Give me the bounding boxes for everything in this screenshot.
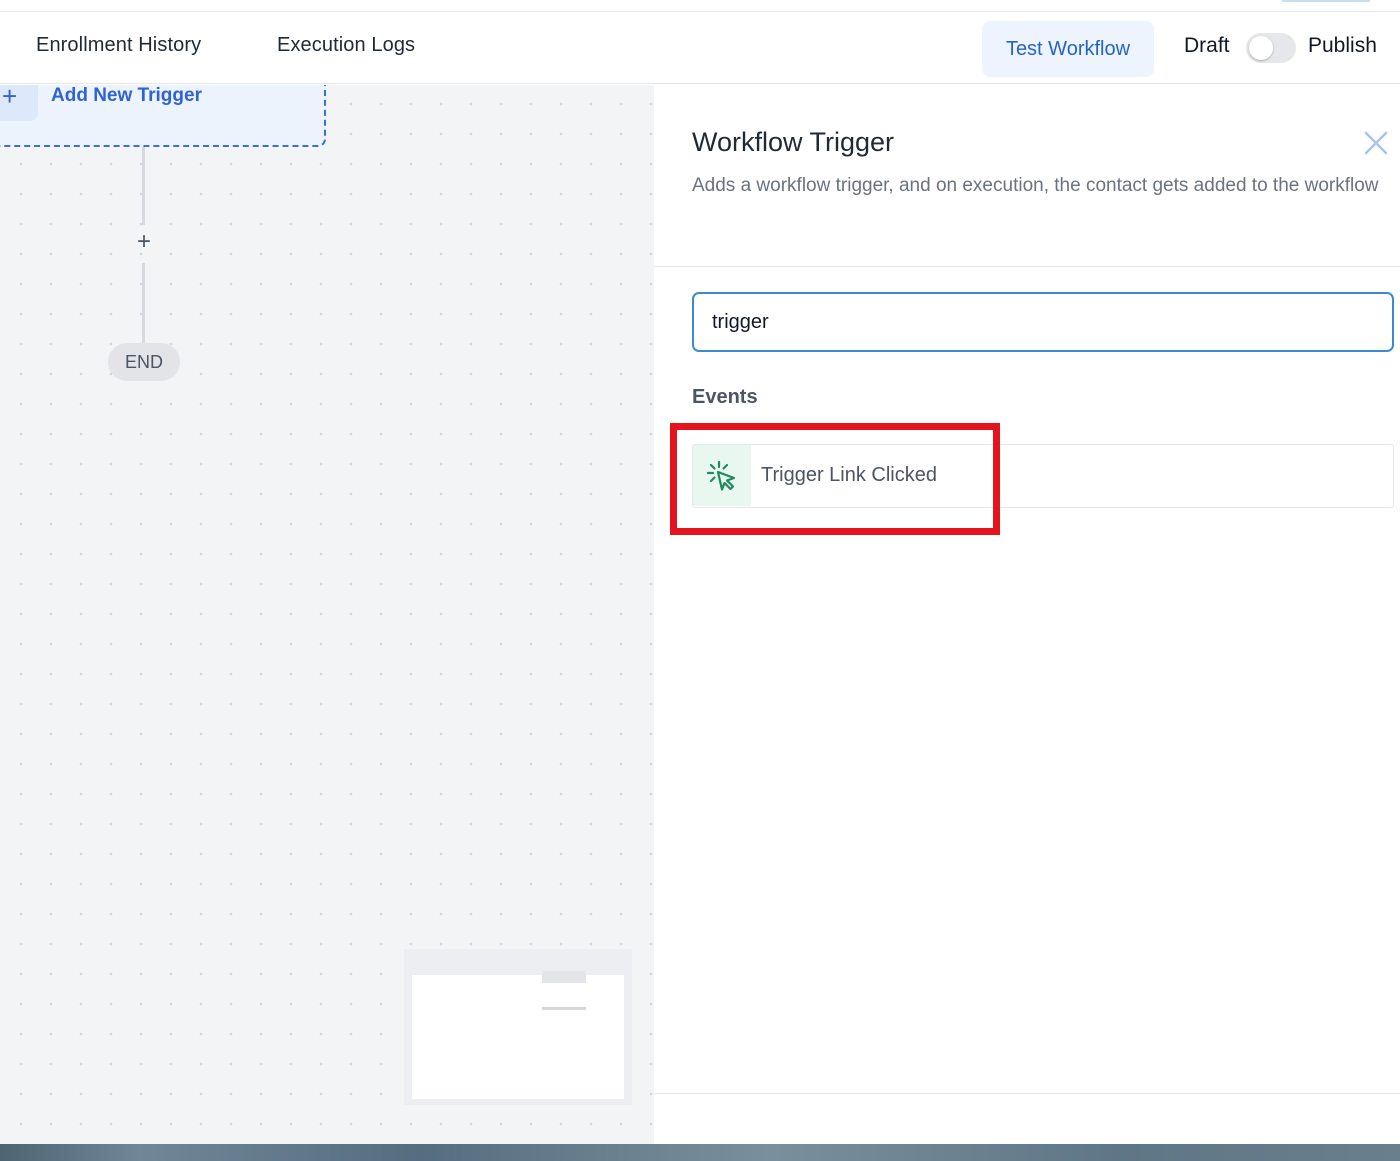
workflow-canvas[interactable]: + Add New Trigger + END (0, 85, 654, 1144)
divider (654, 266, 1400, 267)
draft-label: Draft (1184, 34, 1230, 57)
minimap-node (542, 1007, 586, 1010)
add-step-button[interactable]: + (132, 229, 156, 255)
canvas-minimap[interactable] (404, 949, 632, 1105)
trigger-search-input[interactable] (692, 292, 1394, 352)
panel-description: Adds a workflow trigger, and on executio… (692, 175, 1379, 196)
panel-title: Workflow Trigger (692, 127, 895, 157)
tab-execution-logs[interactable]: Execution Logs (277, 34, 415, 57)
publish-toggle[interactable] (1246, 33, 1296, 63)
divider (654, 1093, 1400, 1094)
events-section-label: Events (692, 386, 758, 408)
end-node: END (108, 343, 180, 381)
minimap-node (542, 971, 586, 983)
trigger-plus-box: + (0, 85, 38, 121)
add-new-trigger-card[interactable]: + Add New Trigger (0, 85, 326, 147)
plus-icon: + (2, 85, 18, 111)
connector-line (142, 263, 145, 349)
add-new-trigger-label: Add New Trigger (51, 85, 202, 106)
workflow-header: Enrollment History Execution Logs Test W… (0, 12, 1400, 84)
minimap-viewport (412, 975, 624, 1099)
highlight-annotation (670, 423, 1000, 535)
toggle-knob (1249, 36, 1273, 60)
workflow-trigger-panel: Workflow Trigger Adds a workflow trigger… (654, 85, 1400, 1144)
test-workflow-button[interactable]: Test Workflow (982, 21, 1154, 77)
os-taskbar (0, 1144, 1400, 1161)
connector-line (142, 147, 145, 225)
publish-label: Publish (1308, 34, 1377, 57)
top-strip (0, 0, 1400, 12)
close-icon[interactable] (1362, 129, 1390, 157)
tab-enrollment-history[interactable]: Enrollment History (36, 34, 201, 57)
window-tab-indicator (1282, 0, 1370, 2)
